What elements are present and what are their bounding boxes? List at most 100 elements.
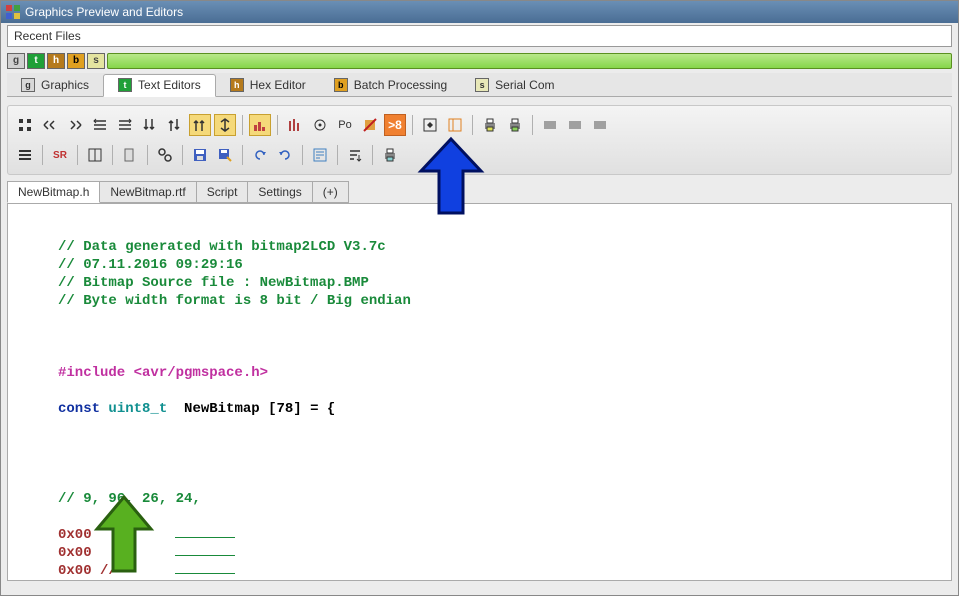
- code-dims: // 9, 96, 26, 24,: [58, 491, 201, 507]
- app-window: Graphics Preview and Editors Recent File…: [0, 0, 959, 596]
- tool-btn-updown[interactable]: [164, 114, 186, 136]
- tool-btn-print2[interactable]: [504, 114, 526, 136]
- hex-underline: [175, 573, 235, 574]
- hex-underline: [175, 555, 235, 556]
- code-eq: = {: [302, 401, 336, 417]
- code-content: // Data generated with bitmap2LCD V3.7c …: [8, 204, 951, 581]
- tool-btn-po[interactable]: Po: [334, 114, 356, 136]
- tab-serial-label: Serial Com: [495, 78, 554, 92]
- file-tab-bar: NewBitmap.h NewBitmap.rtf Script Setting…: [7, 181, 952, 203]
- tool-btn-saveas[interactable]: [214, 144, 236, 166]
- tool-btn-find[interactable]: [154, 144, 176, 166]
- file-tab-script[interactable]: Script: [196, 181, 249, 203]
- separator: [337, 145, 338, 165]
- tool-btn-sort[interactable]: [344, 144, 366, 166]
- tool-btn-3[interactable]: [64, 114, 86, 136]
- code-editor[interactable]: // Data generated with bitmap2LCD V3.7c …: [7, 203, 952, 581]
- code-hex: 0x00 //: [58, 563, 117, 579]
- tool-btn-sr[interactable]: SR: [49, 144, 71, 166]
- separator: [532, 115, 533, 135]
- separator: [242, 145, 243, 165]
- tool-btn-gray2[interactable]: [564, 114, 586, 136]
- tool-btn-5[interactable]: [114, 114, 136, 136]
- code-const: const: [58, 401, 100, 417]
- tab-serial[interactable]: s Serial Com: [461, 73, 568, 96]
- file-tab-newbitmap-rtf[interactable]: NewBitmap.rtf: [99, 181, 196, 203]
- badge-g-icon: g: [21, 78, 35, 92]
- tool-btn-redo[interactable]: [274, 144, 296, 166]
- tool-btn-1[interactable]: [14, 114, 36, 136]
- tool-btn-box1[interactable]: [419, 114, 441, 136]
- tool-btn-menu[interactable]: [14, 144, 36, 166]
- badge-s-icon: s: [475, 78, 489, 92]
- code-type: uint8_t: [108, 401, 167, 417]
- progress-strip: [107, 53, 952, 69]
- tab-hex-editor[interactable]: h Hex Editor: [216, 73, 320, 96]
- shortcut-tab-s[interactable]: s: [87, 53, 105, 69]
- tool-btn-down-arrows[interactable]: [139, 114, 161, 136]
- code-hex: 0x00: [58, 545, 92, 561]
- code-line: // Bitmap Source file : NewBitmap.BMP: [58, 275, 369, 291]
- window-title: Graphics Preview and Editors: [25, 5, 183, 19]
- code-line: // Byte width format is 8 bit / Big endi…: [58, 293, 411, 309]
- tool-btn-columns[interactable]: [84, 144, 106, 166]
- app-icon: [5, 4, 21, 20]
- tab-batch[interactable]: b Batch Processing: [320, 73, 461, 96]
- tool-btn-print3[interactable]: [379, 144, 401, 166]
- tool-btn-strike[interactable]: [359, 114, 381, 136]
- separator: [472, 115, 473, 135]
- main-tab-bar: g Graphics t Text Editors h Hex Editor b…: [7, 73, 952, 97]
- tool-btn-up-arrows[interactable]: [189, 114, 211, 136]
- tool-btn-doc[interactable]: [119, 144, 141, 166]
- separator: [112, 145, 113, 165]
- toolbar-area: Po >8 SR: [7, 105, 952, 175]
- tab-batch-label: Batch Processing: [354, 78, 447, 92]
- file-tab-newbitmap-h[interactable]: NewBitmap.h: [7, 181, 100, 203]
- recent-files-label: Recent Files: [14, 29, 81, 43]
- separator: [182, 145, 183, 165]
- tool-btn-4[interactable]: [89, 114, 111, 136]
- tab-text-editors[interactable]: t Text Editors: [103, 74, 216, 97]
- shortcut-tab-t[interactable]: t: [27, 53, 45, 69]
- separator: [242, 115, 243, 135]
- color-tab-row: g t h b s: [7, 51, 952, 71]
- tool-btn-8bit[interactable]: >8: [384, 114, 406, 136]
- tool-btn-chart[interactable]: [249, 114, 271, 136]
- shortcut-tab-g[interactable]: g: [7, 53, 25, 69]
- tab-hex-editor-label: Hex Editor: [250, 78, 306, 92]
- code-hex: 0x00: [58, 527, 92, 543]
- file-tab-settings[interactable]: Settings: [247, 181, 312, 203]
- separator: [372, 145, 373, 165]
- badge-b-icon: b: [334, 78, 348, 92]
- tab-text-editors-label: Text Editors: [138, 78, 201, 92]
- separator: [147, 145, 148, 165]
- tool-btn-box2[interactable]: [444, 114, 466, 136]
- code-line: // 07.11.2016 09:29:16: [58, 257, 243, 273]
- tool-btn-save[interactable]: [189, 144, 211, 166]
- tool-btn-bars[interactable]: [284, 114, 306, 136]
- file-tab-plus[interactable]: (+): [312, 181, 349, 203]
- code-var: NewBitmap: [184, 401, 260, 417]
- code-line: // Data generated with bitmap2LCD V3.7c: [58, 239, 386, 255]
- tool-btn-gray1[interactable]: [539, 114, 561, 136]
- tool-btn-undo[interactable]: [249, 144, 271, 166]
- shortcut-tab-b[interactable]: b: [67, 53, 85, 69]
- separator: [77, 145, 78, 165]
- code-include: #include <avr/pgmspace.h>: [58, 365, 268, 381]
- shortcut-tab-h[interactable]: h: [47, 53, 65, 69]
- tool-btn-gray3[interactable]: [589, 114, 611, 136]
- tool-btn-expand[interactable]: [214, 114, 236, 136]
- titlebar: Graphics Preview and Editors: [1, 1, 958, 23]
- tab-graphics[interactable]: g Graphics: [7, 73, 103, 96]
- tool-btn-form[interactable]: [309, 144, 331, 166]
- badge-h-icon: h: [230, 78, 244, 92]
- separator: [412, 115, 413, 135]
- toolbar-row-2: SR: [14, 140, 945, 170]
- recent-files-bar[interactable]: Recent Files: [7, 25, 952, 47]
- separator: [302, 145, 303, 165]
- tool-btn-2[interactable]: [39, 114, 61, 136]
- tool-btn-target[interactable]: [309, 114, 331, 136]
- badge-t-icon: t: [118, 78, 132, 92]
- tool-btn-print1[interactable]: [479, 114, 501, 136]
- code-size: [78]: [268, 401, 302, 417]
